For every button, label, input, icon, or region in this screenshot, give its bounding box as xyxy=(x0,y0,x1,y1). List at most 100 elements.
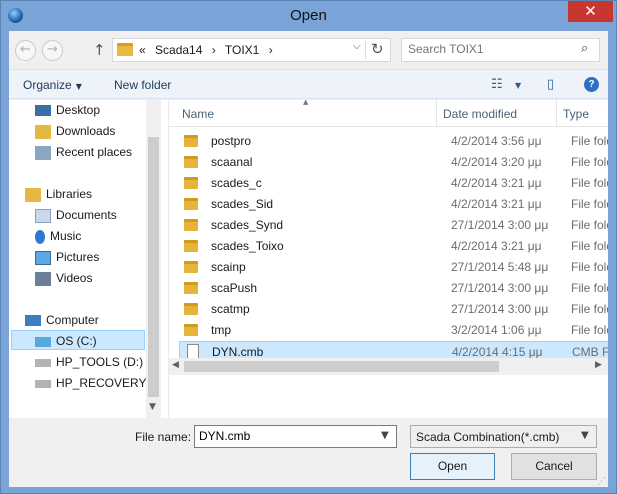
forward-button[interactable]: → xyxy=(42,40,63,61)
column-type[interactable]: Type xyxy=(563,107,589,121)
sidebar-item-desktop[interactable]: Desktop xyxy=(35,100,100,120)
libraries-icon xyxy=(25,187,41,202)
sidebar-item-label: Libraries xyxy=(46,187,93,201)
chevron-down-icon: ▼ xyxy=(75,82,82,91)
column-date-modified[interactable]: Date modified xyxy=(443,107,517,121)
sidebar-item-music[interactable]: Music xyxy=(35,226,81,246)
sidebar-item-label: OS (C:) xyxy=(56,334,97,348)
horizontal-scrollbar-thumb[interactable] xyxy=(184,361,499,372)
file-row-scatmp[interactable]: scatmp 27/1/2014 3:00 μμ File folder xyxy=(178,299,608,320)
nav-scrollbar[interactable]: ▼ xyxy=(146,100,161,418)
search-icon[interactable]: ⌕ xyxy=(581,41,588,56)
sidebar-item-pictures[interactable]: Pictures xyxy=(35,247,99,267)
file-name-field[interactable] xyxy=(199,429,374,443)
file-date: 4/2/2014 4:15 μμ xyxy=(452,345,543,359)
search-box[interactable]: ⌕ xyxy=(401,38,600,62)
recent-places-icon xyxy=(35,145,51,160)
file-row-scades-sid[interactable]: scades_Sid 4/2/2014 3:21 μμ File folder xyxy=(178,194,608,215)
file-date: 4/2/2014 3:21 μμ xyxy=(451,197,542,211)
file-type: CMB File xyxy=(572,345,608,359)
breadcrumb-overflow[interactable]: « xyxy=(139,43,146,57)
breadcrumb-chevron-icon[interactable]: › xyxy=(269,43,273,57)
file-row-scapush[interactable]: scaPush 27/1/2014 3:00 μμ File folder xyxy=(178,278,608,299)
up-folder-button[interactable]: ↑ xyxy=(93,41,106,59)
sidebar-item-label: Documents xyxy=(56,208,117,222)
preview-pane-icon[interactable]: ▯ xyxy=(547,77,554,92)
nav-scrollbar-thumb[interactable] xyxy=(148,137,159,397)
address-separator xyxy=(365,41,366,59)
close-button[interactable]: ✕ xyxy=(568,1,613,22)
pane-splitter[interactable] xyxy=(161,100,169,418)
folder-icon xyxy=(184,177,198,189)
file-name-combo[interactable]: ▼ xyxy=(194,425,397,448)
sidebar-item-hp-recovery[interactable]: HP_RECOVERY (F xyxy=(35,373,146,393)
title-bar[interactable]: Open ✕ xyxy=(1,1,616,31)
help-icon[interactable]: ? xyxy=(584,77,599,92)
breadcrumb-scada14[interactable]: Scada14 xyxy=(155,43,202,57)
file-row-scades-synd[interactable]: scades_Synd 27/1/2014 3:00 μμ File folder xyxy=(178,215,608,236)
sidebar-item-label: Computer xyxy=(46,313,99,327)
cancel-button[interactable]: Cancel xyxy=(511,453,597,480)
search-input[interactable] xyxy=(408,42,568,56)
folder-icon xyxy=(184,324,198,336)
file-row-scainp[interactable]: scainp 27/1/2014 5:48 μμ File folder xyxy=(178,257,608,278)
file-type-select[interactable]: Scada Combination(*.cmb) ▼ xyxy=(410,425,597,448)
sidebar-item-downloads[interactable]: Downloads xyxy=(35,121,115,141)
open-button[interactable]: Open xyxy=(410,453,495,480)
file-date: 4/2/2014 3:56 μμ xyxy=(451,134,542,148)
pictures-icon xyxy=(35,250,51,265)
music-icon xyxy=(35,229,45,244)
file-row-scaanal[interactable]: scaanal 4/2/2014 3:20 μμ File folder xyxy=(178,152,608,173)
sidebar-item-recent-places[interactable]: Recent places xyxy=(35,142,132,162)
organize-button[interactable]: Organize ▼ xyxy=(23,78,82,92)
sidebar-item-label: Downloads xyxy=(56,124,116,138)
new-folder-button[interactable]: New folder xyxy=(114,78,171,92)
sidebar-item-hp-tools[interactable]: HP_TOOLS (D:) xyxy=(35,352,143,372)
refresh-icon[interactable]: ↻ xyxy=(371,40,384,58)
sidebar-item-label: HP_TOOLS (D:) xyxy=(56,355,144,369)
scroll-right-icon[interactable]: ▶ xyxy=(595,360,602,370)
column-divider[interactable] xyxy=(556,100,557,127)
sidebar-item-label: Desktop xyxy=(56,103,101,117)
back-button[interactable]: ← xyxy=(15,40,36,61)
address-bar[interactable]: « Scada14 › TOIX1 › ⌵ ↻ xyxy=(112,38,391,62)
column-divider[interactable] xyxy=(436,100,437,127)
file-row-scades-toixo[interactable]: scades_Toixo 4/2/2014 3:21 μμ File folder xyxy=(178,236,608,257)
resize-grip-icon[interactable]: ⋰ xyxy=(597,477,606,487)
breadcrumb-toix1[interactable]: TOIX1 xyxy=(225,43,259,57)
file-type: File folder xyxy=(571,155,608,169)
breadcrumb-chevron-icon[interactable]: › xyxy=(212,43,216,57)
file-type-dropdown-icon[interactable]: ▼ xyxy=(581,430,589,441)
folder-icon xyxy=(184,135,198,147)
view-options-chevron-icon[interactable]: ▼ xyxy=(515,81,521,90)
scroll-left-icon[interactable]: ◀ xyxy=(172,360,179,370)
file-name-dropdown-icon[interactable]: ▼ xyxy=(381,430,389,441)
file-name: scades_Sid xyxy=(211,197,274,211)
file-name: scaanal xyxy=(211,155,253,169)
file-type: File folder xyxy=(571,218,608,232)
organize-label: Organize xyxy=(23,78,72,92)
file-type: File folder xyxy=(571,260,608,274)
sidebar-item-documents[interactable]: Documents xyxy=(35,205,117,225)
drive-icon xyxy=(35,336,51,347)
folder-icon xyxy=(184,240,198,252)
navigation-pane: Desktop Downloads Recent places Librarie… xyxy=(9,100,161,418)
file-row-tmp[interactable]: tmp 3/2/2014 1:06 μμ File folder xyxy=(178,320,608,341)
sidebar-item-computer[interactable]: Computer xyxy=(25,310,99,330)
column-name[interactable]: Name xyxy=(182,107,214,121)
file-type: File folder xyxy=(571,134,608,148)
file-name: postpro xyxy=(211,134,252,148)
file-type: File folder xyxy=(571,302,608,316)
horizontal-scrollbar[interactable]: ◀ ▶ xyxy=(169,358,608,375)
scroll-down-icon[interactable]: ▼ xyxy=(149,402,156,412)
file-row-scades-c[interactable]: scades_c 4/2/2014 3:21 μμ File folder xyxy=(178,173,608,194)
sidebar-item-label: HP_RECOVERY (F xyxy=(56,376,146,390)
file-row-postpro[interactable]: postpro 4/2/2014 3:56 μμ File folder xyxy=(178,131,608,152)
change-view-icon[interactable]: ☷ xyxy=(491,77,503,92)
sidebar-item-os-c[interactable]: OS (C:) xyxy=(11,330,145,350)
file-date: 4/2/2014 3:20 μμ xyxy=(451,155,542,169)
sidebar-item-videos[interactable]: Videos xyxy=(35,268,92,288)
sidebar-item-label: Videos xyxy=(56,271,93,285)
sidebar-item-libraries[interactable]: Libraries xyxy=(25,184,92,204)
address-dropdown-icon[interactable]: ⌵ xyxy=(353,41,361,52)
